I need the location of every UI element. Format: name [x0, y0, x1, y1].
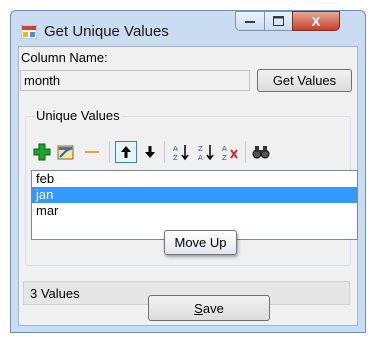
svg-text:Z: Z — [173, 154, 178, 161]
dialog-client-area: Column Name: month Get Values Unique Val… — [18, 46, 358, 326]
minimize-button[interactable] — [235, 11, 265, 31]
remove-icon — [85, 151, 99, 153]
svg-text:A: A — [173, 145, 178, 153]
sort-descending-icon: Z A — [198, 145, 214, 161]
minimize-icon — [245, 21, 255, 23]
svg-text:Z: Z — [198, 145, 203, 153]
toolbar-separator — [245, 141, 246, 163]
save-button[interactable]: Save — [148, 295, 270, 321]
sort-ascending-icon: A Z — [173, 145, 189, 161]
save-button-label: Save — [194, 300, 224, 316]
move-up-button[interactable] — [115, 141, 137, 163]
list-item-selected[interactable]: jan — [32, 187, 357, 203]
maximize-button[interactable] — [264, 11, 293, 31]
clear-sort-icon: A Z — [222, 145, 238, 161]
add-icon — [33, 143, 51, 161]
svg-text:Z: Z — [222, 154, 227, 161]
toolbar-separator — [109, 141, 110, 163]
move-up-tooltip: Move Up — [164, 230, 237, 255]
sort-ascending-button[interactable]: A Z — [171, 142, 191, 162]
list-item[interactable]: feb — [32, 171, 357, 187]
maximize-icon — [273, 16, 284, 26]
dialog-window: Get Unique Values X Column Name: month G… — [10, 10, 366, 333]
sort-descending-button[interactable]: Z A — [196, 142, 216, 162]
list-item[interactable]: mar — [32, 203, 357, 219]
edit-icon — [57, 145, 74, 160]
find-icon — [252, 146, 270, 159]
clear-sort-button[interactable]: A Z — [220, 142, 240, 162]
window-title: Get Unique Values — [44, 23, 169, 40]
get-values-button[interactable]: Get Values — [257, 69, 352, 92]
close-button[interactable]: X — [292, 11, 340, 31]
move-up-icon — [121, 146, 131, 158]
toolbar-separator — [164, 141, 165, 163]
app-icon — [21, 25, 37, 39]
remove-button[interactable] — [82, 142, 102, 162]
column-name-field[interactable]: month — [20, 70, 250, 91]
svg-text:A: A — [222, 145, 227, 153]
close-icon: X — [311, 13, 321, 29]
svg-text:A: A — [198, 154, 203, 161]
move-down-icon — [145, 146, 155, 158]
column-name-label: Column Name: — [21, 50, 108, 65]
group-title: Unique Values — [34, 108, 122, 123]
find-button[interactable] — [251, 142, 271, 162]
title-bar[interactable]: Get Unique Values X — [11, 11, 365, 47]
edit-button[interactable] — [56, 142, 76, 162]
move-down-button[interactable] — [140, 142, 160, 162]
add-button[interactable] — [32, 142, 52, 162]
